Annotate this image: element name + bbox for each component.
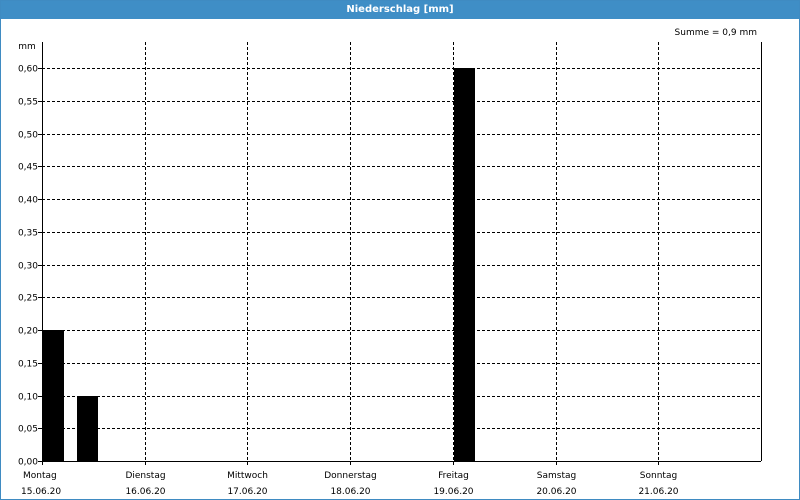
- chart-window: Niederschlag [mm] 0,00 0,05 0,10 0,15 0,20 0,…: [0, 0, 800, 500]
- y-tick-label: 0,25: [18, 294, 38, 304]
- y-tick-label: 0,45: [18, 163, 38, 173]
- precipitation-chart: 0,00 0,05 0,10 0,15 0,20 0,25 0,30 0,35 0,40 0,45…: [18, 28, 762, 497]
- y-tick-label: 0,15: [18, 360, 38, 370]
- x-tick-label-date: 16.06.20: [125, 487, 165, 497]
- y-tick-label: 0,50: [18, 131, 38, 141]
- x-tick-label-date: 17.06.20: [227, 487, 267, 497]
- x-tick-label-day: Freitag: [438, 471, 469, 481]
- y-tick-label: 0,40: [18, 196, 38, 206]
- precipitation-bar: [77, 396, 98, 461]
- x-tick-label-date: 15.06.20: [21, 487, 61, 497]
- x-tick-label-date: 18.06.20: [330, 487, 370, 497]
- x-tick-label-day: Mittwoch: [227, 471, 268, 481]
- grid-layer: [42, 42, 761, 461]
- y-tick-label: 0,20: [18, 327, 38, 337]
- x-tick-label-date: 19.06.20: [433, 487, 473, 497]
- y-tick-label: 0,55: [18, 98, 38, 108]
- precipitation-bar: [43, 330, 64, 461]
- precipitation-bar: [454, 68, 475, 461]
- x-tick-label-date: 20.06.20: [536, 487, 576, 497]
- x-tick-label-day: Samstag: [537, 471, 576, 481]
- y-tick-label: 0,30: [18, 262, 38, 272]
- y-tick-label: 0,60: [18, 65, 38, 75]
- total-summary: Summe = 0,9 mm: [675, 28, 757, 38]
- x-tick-label-day: Sonntag: [640, 471, 677, 481]
- y-tick-label: 0,00: [18, 458, 38, 468]
- x-tick-label-day: Donnerstag: [324, 471, 377, 481]
- bar-layer: [43, 68, 475, 461]
- x-tick-label-day: Montag: [23, 471, 57, 481]
- y-axis-unit-label: mm: [18, 42, 36, 52]
- x-tick-label-day: Dienstag: [125, 471, 165, 481]
- x-tick-label-date: 21.06.20: [638, 487, 678, 497]
- y-tick-label: 0,10: [18, 393, 38, 403]
- y-tick-label: 0,05: [18, 425, 38, 435]
- y-tick-label: 0,35: [18, 229, 38, 239]
